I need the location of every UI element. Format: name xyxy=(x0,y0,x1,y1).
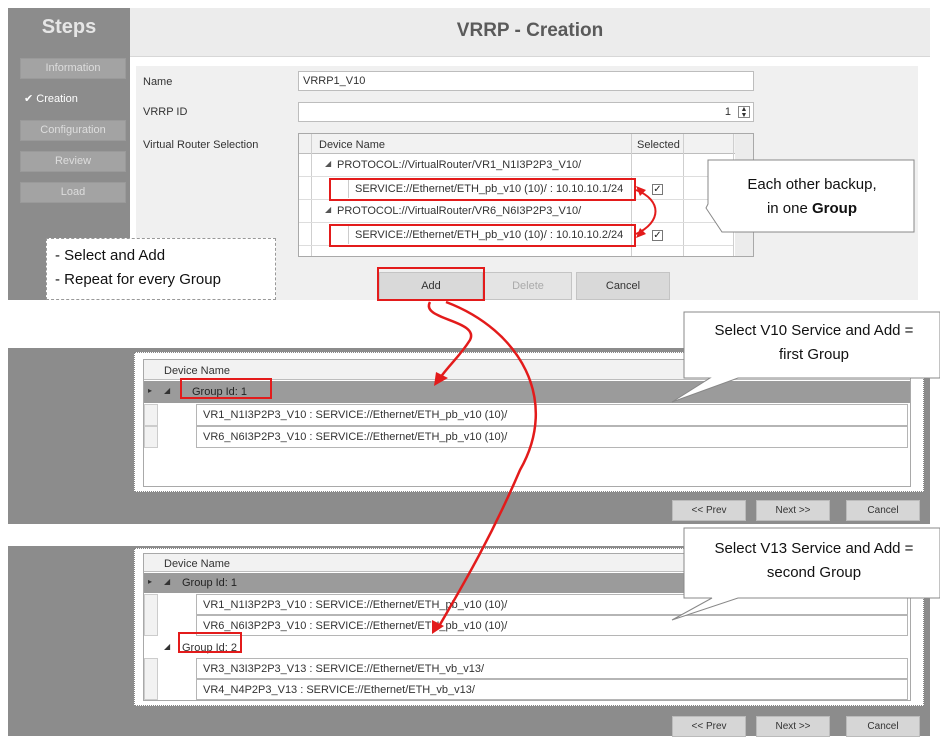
callout-v13-line1: Select V13 Service and Add = xyxy=(714,540,914,557)
annotation-overlay xyxy=(427,159,940,634)
callout-backup-line1: Each other backup, xyxy=(747,176,877,193)
callout-v13-line2: second Group xyxy=(766,564,862,581)
callout-backup-line2: in one Group xyxy=(766,200,858,217)
callout-v10-line1: Select V10 Service and Add = xyxy=(714,322,914,339)
callout-v10-line2: first Group xyxy=(778,346,850,363)
